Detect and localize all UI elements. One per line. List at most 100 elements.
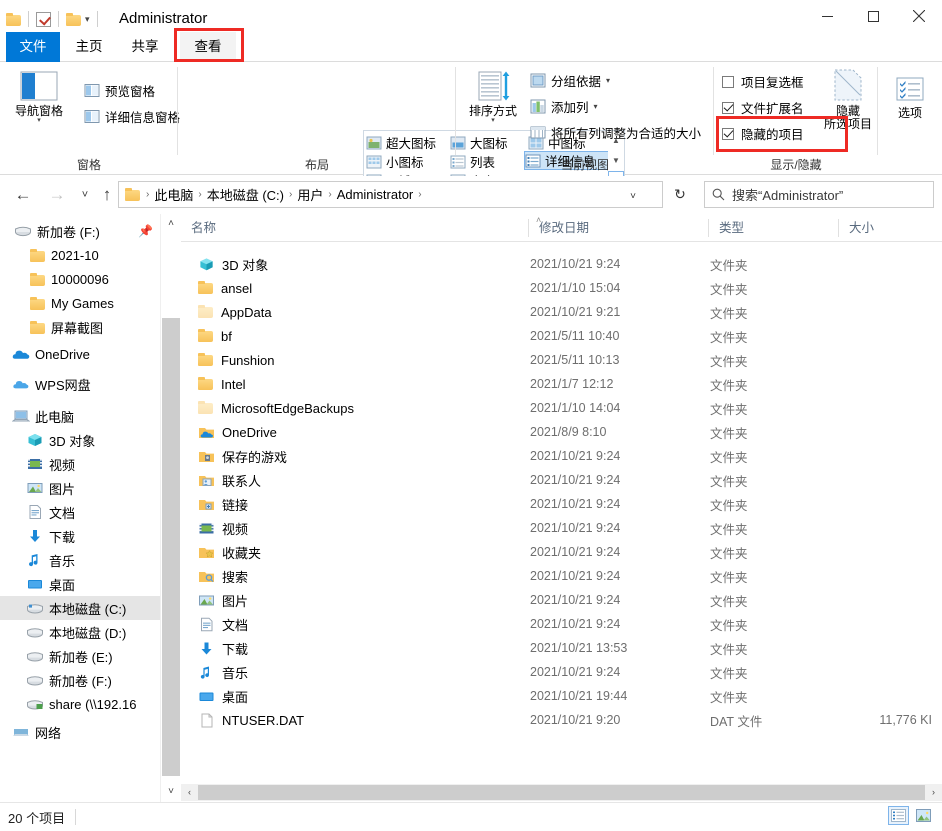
chevron-down-icon[interactable]: ▾ [85,14,90,25]
folder-icon[interactable] [6,12,21,26]
table-row[interactable]: 音乐 2021/10/21 9:24 文件夹 [181,660,942,684]
table-row[interactable]: Funshion 2021/5/11 10:13 文件夹 [181,348,942,372]
horizontal-scrollbar[interactable]: ‹ › [181,784,942,801]
navigation-pane-button[interactable]: 导航窗格 ▾ [6,70,72,124]
options-button[interactable]: 选项 [877,76,942,120]
breadcrumb-users[interactable]: 用户 [294,185,326,204]
address-bar[interactable]: › 此电脑 › 本地磁盘 (C:) › 用户 › Administrator ›… [118,181,663,208]
sidebar-item-new-volume-f[interactable]: 新加卷 (F:) [0,668,160,692]
chevron-down-icon[interactable]: ˅ [630,191,636,202]
file-name-cell[interactable]: NTUSER.DAT [198,713,304,728]
sidebar-item-videos[interactable]: 视频 [0,452,160,476]
checkbox[interactable] [722,75,734,88]
sidebar-item-my-games[interactable]: My Games [0,291,160,315]
table-row[interactable]: Intel 2021/1/7 12:12 文件夹 [181,372,942,396]
table-row[interactable]: 下载 2021/10/21 13:53 文件夹 [181,636,942,660]
hidden-items-option[interactable]: 隐藏的项目 [722,123,804,144]
table-row[interactable]: ansel 2021/1/10 15:04 文件夹 [181,276,942,300]
scroll-down-icon[interactable]: ˅ [161,782,181,802]
column-header-name[interactable]: 名称 [181,214,529,242]
file-name-cell[interactable]: AppData [198,305,272,320]
table-row[interactable]: NTUSER.DAT 2021/10/21 9:20 DAT 文件 11,776… [181,708,942,732]
file-name-cell[interactable]: 联系人 [198,471,261,490]
preview-pane-button[interactable]: 预览窗格 [84,80,155,101]
sort-by-button[interactable]: 排序方式 ▾ [460,70,526,124]
view-extra-large-icons[interactable]: 超大图标 [366,133,436,152]
file-name-cell[interactable]: 收藏夹 [198,543,261,562]
refresh-button[interactable]: ↻ [666,181,694,208]
file-name-cell[interactable]: 链接 [198,495,248,514]
tab-home[interactable]: 主页 [62,32,116,62]
checkbox-checked[interactable] [722,101,734,114]
table-row[interactable]: 视频 2021/10/21 9:24 文件夹 [181,516,942,540]
table-row[interactable]: 联系人 2021/10/21 9:24 文件夹 [181,468,942,492]
table-row[interactable]: 保存的游戏 2021/10/21 9:24 文件夹 [181,444,942,468]
checkbox-checked[interactable] [722,127,734,140]
sidebar-item-this-pc[interactable]: 此电脑 [0,404,160,428]
file-name-cell[interactable]: 下载 [198,639,248,658]
forward-button[interactable]: → [42,180,72,210]
tab-share[interactable]: 共享 [118,32,172,62]
file-name-cell[interactable]: 视频 [198,519,248,538]
column-header-size[interactable]: 大小 [839,214,942,242]
table-row[interactable]: 桌面 2021/10/21 19:44 文件夹 [181,684,942,708]
table-row[interactable]: MicrosoftEdgeBackups 2021/1/10 14:04 文件夹 [181,396,942,420]
file-name-cell[interactable]: Funshion [198,353,274,368]
file-name-cell[interactable]: 文档 [198,615,248,634]
file-name-cell[interactable]: OneDrive [198,425,277,440]
file-name-cell[interactable]: 音乐 [198,663,248,682]
table-row[interactable]: OneDrive 2021/8/9 8:10 文件夹 [181,420,942,444]
pin-icon[interactable]: 📌 [138,224,153,238]
sidebar-item-new-volume-e[interactable]: 新加卷 (E:) [0,644,160,668]
file-name-cell[interactable]: 保存的游戏 [198,447,287,466]
breadcrumb-administrator[interactable]: Administrator [334,187,417,202]
file-list[interactable]: 3D 对象 2021/10/21 9:24 文件夹 ansel 2021/1/1… [181,242,942,790]
navigation-pane[interactable]: 新加卷 (F:) 📌 2021-10 10000096 My Games 屏幕截… [0,214,160,802]
maximize-button[interactable] [850,0,896,32]
size-all-columns-button[interactable]: 将所有列调整为合适的大小 [530,122,701,143]
column-header-type[interactable]: 类型 [709,214,839,242]
scroll-right-icon[interactable]: › [925,784,942,801]
table-row[interactable]: 文档 2021/10/21 9:24 文件夹 [181,612,942,636]
large-icons-view-button[interactable] [913,806,934,825]
table-row[interactable]: 图片 2021/10/21 9:24 文件夹 [181,588,942,612]
sidebar-item-network[interactable]: 网络 [0,720,160,744]
sidebar-item-share-network[interactable]: share (\\192.16 [0,692,160,716]
sidebar-item-local-disk-d[interactable]: 本地磁盘 (D:) [0,620,160,644]
sidebar-item-10000096[interactable]: 10000096 [0,267,160,291]
chevron-down-icon[interactable]: ▾ [37,117,41,124]
sidebar-item-downloads[interactable]: 下载 [0,524,160,548]
navpane-scrollbar[interactable]: ˄ ˅ [160,214,180,802]
scroll-up-icon[interactable]: ˄ [161,214,181,234]
details-view-button[interactable] [888,806,909,825]
sidebar-item-new-volume-f-quick[interactable]: 新加卷 (F:) 📌 [0,219,160,243]
add-columns-button[interactable]: 添加列 ▾ [530,96,598,117]
back-button[interactable]: ← [8,180,38,210]
tab-view[interactable]: 查看 [180,32,236,62]
file-name-cell[interactable]: ansel [198,281,252,296]
sidebar-item-pictures[interactable]: 图片 [0,476,160,500]
sidebar-item-music[interactable]: 音乐 [0,548,160,572]
hide-selected-items-button[interactable]: 隐藏 所选项目 [818,68,878,131]
file-name-cell[interactable]: bf [198,329,232,344]
sidebar-item-screenshots[interactable]: 屏幕截图 [0,315,160,339]
table-row[interactable]: AppData 2021/10/21 9:21 文件夹 [181,300,942,324]
search-box[interactable]: 搜索“Administrator” [704,181,934,208]
scrollbar-thumb[interactable] [162,318,180,776]
file-name-cell[interactable]: 3D 对象 [198,255,268,274]
tab-file[interactable]: 文件 [6,32,60,62]
chevron-down-icon[interactable]: ▾ [491,117,495,124]
folder-icon[interactable] [66,12,81,26]
group-by-button[interactable]: 分组依据 ▾ [530,70,610,91]
chevron-down-icon[interactable]: ▾ [606,76,610,85]
sidebar-item-documents[interactable]: 文档 [0,500,160,524]
file-name-cell[interactable]: Intel [198,377,246,392]
sidebar-item-onedrive[interactable]: OneDrive [0,342,160,366]
table-row[interactable]: 链接 2021/10/21 9:24 文件夹 [181,492,942,516]
file-name-cell[interactable]: MicrosoftEdgeBackups [198,401,354,416]
scroll-left-icon[interactable]: ‹ [181,784,198,801]
breadcrumb-this-pc[interactable]: 此电脑 [151,185,196,204]
sidebar-item-3d-objects[interactable]: 3D 对象 [0,428,160,452]
minimize-button[interactable] [804,0,850,32]
breadcrumb-local-disk-c[interactable]: 本地磁盘 (C:) [204,185,287,204]
